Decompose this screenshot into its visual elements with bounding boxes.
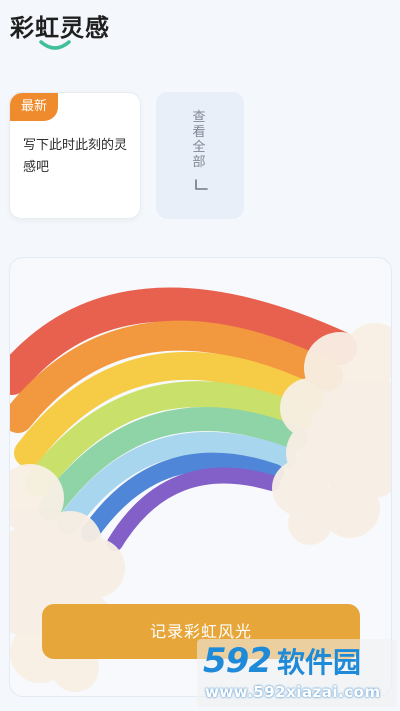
newest-inspiration-card[interactable]: 最新 写下此时此刻的灵感吧: [9, 92, 141, 219]
newest-prompt-text: 写下此时此刻的灵感吧: [23, 138, 128, 175]
smile-underline-icon: [39, 40, 71, 50]
newest-badge: 最新: [10, 93, 58, 121]
watermark-url: www.592xiazai.com: [205, 683, 381, 701]
watermark-text: 软件园: [276, 646, 361, 679]
watermark-number: 592: [203, 641, 272, 681]
view-all-card[interactable]: 查看全部: [156, 92, 244, 219]
arrow-corner-icon: [195, 179, 208, 190]
rainbow-inspiration-page: 彩虹灵感 最新 写下此时此刻的灵感吧 查看全部 记录彩虹风光 592 软件园 w…: [0, 0, 400, 711]
watermark-brand: 592 软件园: [203, 641, 361, 681]
view-all-label: 查看全部: [192, 110, 206, 170]
site-watermark: 592 软件园 www.592xiazai.com: [197, 639, 397, 707]
